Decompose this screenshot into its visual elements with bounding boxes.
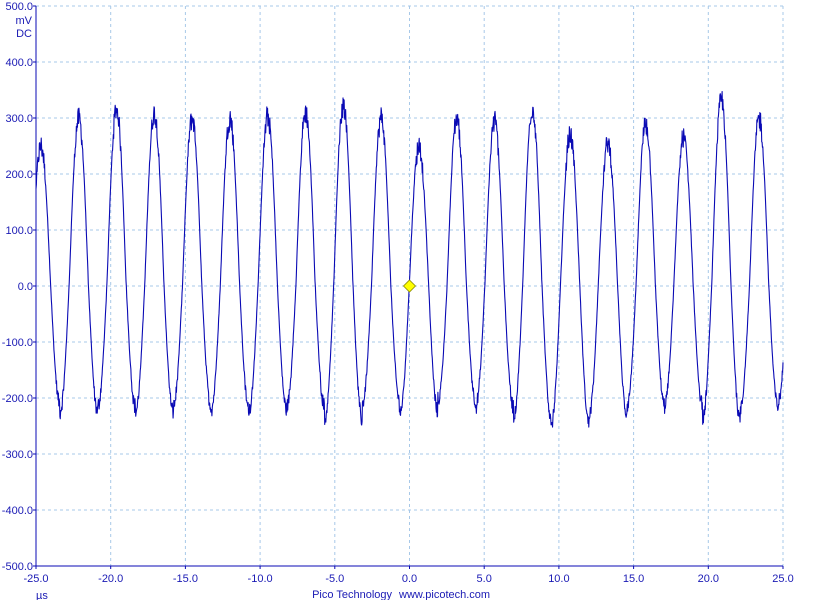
y-tick-label: 400.0: [5, 57, 33, 69]
x-tick-label: 0.0: [402, 573, 417, 585]
y-tick-label: 300.0: [5, 113, 33, 125]
y-tick-label: 0.0: [18, 281, 33, 293]
x-tick-label: 5.0: [477, 573, 492, 585]
x-axis-unit: µs: [36, 590, 48, 600]
y-tick-label: 100.0: [5, 225, 33, 237]
y-axis-unit: mV: [16, 15, 33, 27]
y-tick-label: 500.0: [5, 1, 33, 13]
x-tick-label: -15.0: [173, 573, 198, 585]
y-tick-label: -500.0: [2, 561, 33, 573]
x-tick-label: -25.0: [23, 573, 48, 585]
oscilloscope-chart: 500.0 400.0 300.0 200.0 100.0 0.0 -100.0 -200.0…: [0, 0, 819, 600]
y-tick-label: -300.0: [2, 449, 33, 461]
x-tick-label: -20.0: [98, 573, 123, 585]
footer-url[interactable]: www.picotech.com: [398, 589, 490, 600]
x-tick-label: -5.0: [325, 573, 344, 585]
x-tick-label: -10.0: [248, 573, 273, 585]
y-tick-label: 200.0: [5, 169, 33, 181]
y-axis-coupling: DC: [16, 28, 32, 40]
x-tick-label: 10.0: [548, 573, 569, 585]
x-tick-label: 20.0: [698, 573, 719, 585]
footer-brand: Pico Technology: [312, 589, 392, 600]
y-tick-label: -200.0: [2, 393, 33, 405]
y-tick-label: -100.0: [2, 337, 33, 349]
x-tick-label: 25.0: [772, 573, 793, 585]
x-tick-label: 15.0: [623, 573, 644, 585]
y-tick-label: -400.0: [2, 505, 33, 517]
